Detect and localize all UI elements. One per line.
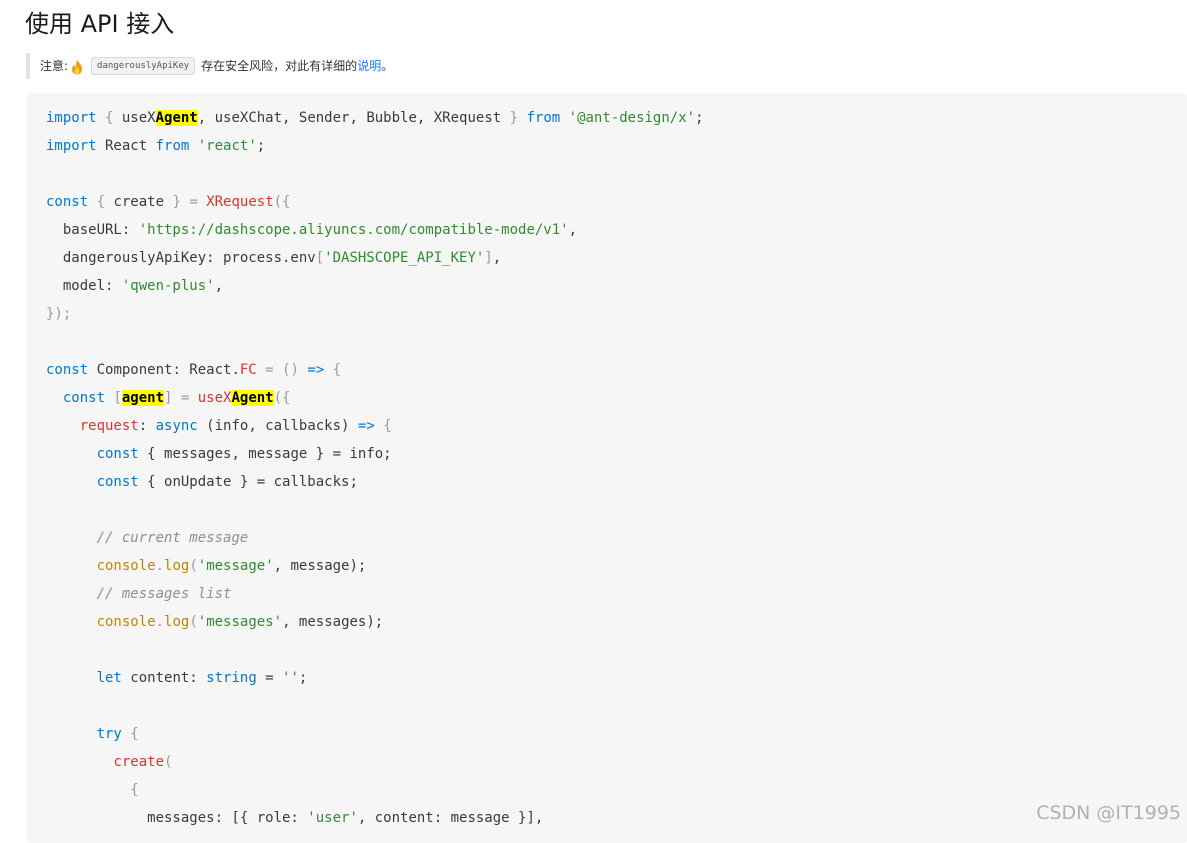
- note-text: 存在安全风险，对此有详细的: [201, 59, 358, 73]
- code-line: import React from 'react';: [46, 138, 266, 154]
- inline-code-api-key: dangerouslyApiKey: [91, 57, 196, 75]
- note-suffix: 。: [381, 59, 394, 73]
- code-line: {: [46, 782, 139, 798]
- code-line: // current message: [96, 530, 249, 546]
- warning-note: 注意: dangerouslyApiKey 存在安全风险，对此有详细的 说明 。: [26, 53, 393, 79]
- code-line: });: [46, 306, 72, 322]
- code-line: console.log('messages', messages);: [96, 614, 384, 630]
- code-line: console.log('message', message);: [96, 558, 367, 574]
- code-line: const { onUpdate } = callbacks;: [96, 474, 358, 490]
- code-line: // messages list: [96, 586, 232, 602]
- page-title: 使用 API 接入: [25, 10, 175, 38]
- code-line: try {: [96, 726, 139, 742]
- code-line: const [agent] = useXAgent({: [62, 390, 291, 406]
- code-line: create(: [113, 754, 173, 770]
- explanation-link[interactable]: 说明: [357, 53, 381, 79]
- code-line: const Component: React.FC = () => {: [46, 362, 342, 378]
- code-line: import { useXAgent, useXChat, Sender, Bu…: [46, 110, 704, 126]
- code-block: import { useXAgent, useXChat, Sender, Bu…: [26, 93, 1187, 843]
- watermark: CSDN @IT1995: [1036, 802, 1181, 824]
- code-line: const { create } = XRequest({: [46, 194, 291, 210]
- code-line: model: 'qwen-plus',: [46, 278, 224, 294]
- code-line: baseURL: 'https://dashscope.aliyuncs.com…: [46, 222, 578, 238]
- code-line: const { messages, message } = info;: [96, 446, 392, 462]
- fire-icon: [70, 58, 84, 75]
- note-prefix: 注意:: [40, 59, 69, 73]
- code-line: dangerouslyApiKey: process.env['DASHSCOP…: [46, 250, 502, 266]
- code-line: request: async (info, callbacks) => {: [79, 418, 392, 434]
- code-line: messages: [{ role: 'user', content: mess…: [46, 810, 544, 826]
- code-lines: import { useXAgent, useXChat, Sender, Bu…: [46, 104, 704, 832]
- code-line: let content: string = '';: [96, 670, 308, 686]
